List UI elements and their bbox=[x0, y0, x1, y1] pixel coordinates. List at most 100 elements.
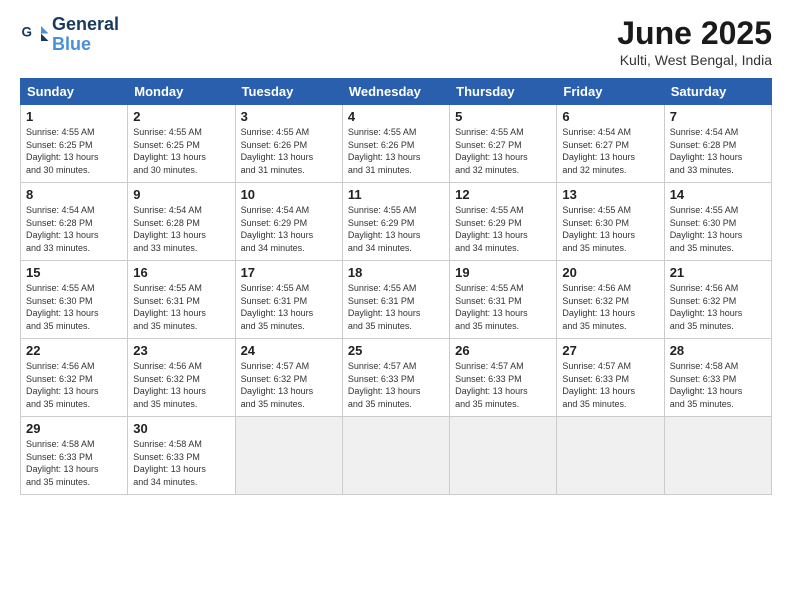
calendar-week-1: 1 Sunrise: 4:55 AM Sunset: 6:25 PM Daylig… bbox=[21, 105, 772, 183]
day-number: 27 bbox=[562, 343, 658, 358]
day-number: 17 bbox=[241, 265, 337, 280]
day-info: Sunrise: 4:55 AM Sunset: 6:31 PM Dayligh… bbox=[455, 282, 551, 332]
day-number: 8 bbox=[26, 187, 122, 202]
calendar-day-23: 23Sunrise: 4:56 AM Sunset: 6:32 PM Dayli… bbox=[128, 339, 235, 417]
title-area: June 2025 Kulti, West Bengal, India bbox=[617, 15, 772, 68]
day-number: 26 bbox=[455, 343, 551, 358]
calendar-body: 1 Sunrise: 4:55 AM Sunset: 6:25 PM Daylig… bbox=[21, 105, 772, 495]
svg-text:G: G bbox=[22, 24, 33, 39]
calendar-day-5: 5 Sunrise: 4:55 AM Sunset: 6:27 PM Daylig… bbox=[450, 105, 557, 183]
day-number: 6 bbox=[562, 109, 658, 124]
day-number: 19 bbox=[455, 265, 551, 280]
day-header-sunday: Sunday bbox=[21, 79, 128, 105]
calendar-table: SundayMondayTuesdayWednesdayThursdayFrid… bbox=[20, 78, 772, 495]
day-info: Sunrise: 4:57 AM Sunset: 6:33 PM Dayligh… bbox=[562, 360, 658, 410]
calendar-empty bbox=[557, 417, 664, 495]
day-number: 15 bbox=[26, 265, 122, 280]
day-number: 16 bbox=[133, 265, 229, 280]
day-number: 13 bbox=[562, 187, 658, 202]
day-number: 29 bbox=[26, 421, 122, 436]
calendar-day-19: 19 Sunrise: 4:55 AM Sunset: 6:31 PM Dayli… bbox=[450, 261, 557, 339]
calendar-day-8: 8 Sunrise: 4:54 AM Sunset: 6:28 PM Daylig… bbox=[21, 183, 128, 261]
day-info: Sunrise: 4:57 AM Sunset: 6:33 PM Dayligh… bbox=[348, 360, 444, 410]
day-number: 14 bbox=[670, 187, 766, 202]
calendar-day-14: 14 Sunrise: 4:55 AM Sunset: 6:30 PM Dayli… bbox=[664, 183, 771, 261]
calendar-week-2: 8 Sunrise: 4:54 AM Sunset: 6:28 PM Daylig… bbox=[21, 183, 772, 261]
calendar-week-3: 15 Sunrise: 4:55 AM Sunset: 6:30 PM Dayli… bbox=[21, 261, 772, 339]
day-info: Sunrise: 4:54 AM Sunset: 6:28 PM Dayligh… bbox=[670, 126, 766, 176]
day-header-saturday: Saturday bbox=[664, 79, 771, 105]
calendar-day-25: 25 Sunrise: 4:57 AM Sunset: 6:33 PM Dayli… bbox=[342, 339, 449, 417]
day-header-tuesday: Tuesday bbox=[235, 79, 342, 105]
day-number: 24 bbox=[241, 343, 337, 358]
day-number: 23 bbox=[133, 343, 229, 358]
day-number: 22 bbox=[26, 343, 122, 358]
day-number: 1 bbox=[26, 109, 122, 124]
calendar-day-13: 13 Sunrise: 4:55 AM Sunset: 6:30 PM Dayli… bbox=[557, 183, 664, 261]
day-info: Sunrise: 4:55 AM Sunset: 6:27 PM Dayligh… bbox=[455, 126, 551, 176]
calendar-day-26: 26Sunrise: 4:57 AM Sunset: 6:33 PM Dayli… bbox=[450, 339, 557, 417]
day-info: Sunrise: 4:55 AM Sunset: 6:30 PM Dayligh… bbox=[26, 282, 122, 332]
day-number: 10 bbox=[241, 187, 337, 202]
day-number: 3 bbox=[241, 109, 337, 124]
day-info: Sunrise: 4:55 AM Sunset: 6:25 PM Dayligh… bbox=[133, 126, 229, 176]
calendar-day-3: 3 Sunrise: 4:55 AM Sunset: 6:26 PM Daylig… bbox=[235, 105, 342, 183]
day-number: 7 bbox=[670, 109, 766, 124]
calendar-day-27: 27 Sunrise: 4:57 AM Sunset: 6:33 PM Dayli… bbox=[557, 339, 664, 417]
day-info: Sunrise: 4:58 AM Sunset: 6:33 PM Dayligh… bbox=[133, 438, 229, 488]
day-info: Sunrise: 4:54 AM Sunset: 6:28 PM Dayligh… bbox=[133, 204, 229, 254]
calendar-day-30: 30 Sunrise: 4:58 AM Sunset: 6:33 PM Dayli… bbox=[128, 417, 235, 495]
day-info: Sunrise: 4:55 AM Sunset: 6:30 PM Dayligh… bbox=[670, 204, 766, 254]
day-info: Sunrise: 4:54 AM Sunset: 6:28 PM Dayligh… bbox=[26, 204, 122, 254]
day-header-wednesday: Wednesday bbox=[342, 79, 449, 105]
day-number: 4 bbox=[348, 109, 444, 124]
day-number: 30 bbox=[133, 421, 229, 436]
month-title: June 2025 bbox=[617, 15, 772, 52]
calendar-day-12: 12Sunrise: 4:55 AM Sunset: 6:29 PM Dayli… bbox=[450, 183, 557, 261]
day-number: 18 bbox=[348, 265, 444, 280]
day-number: 12 bbox=[455, 187, 551, 202]
calendar-day-18: 18 Sunrise: 4:55 AM Sunset: 6:31 PM Dayli… bbox=[342, 261, 449, 339]
day-number: 20 bbox=[562, 265, 658, 280]
day-info: Sunrise: 4:55 AM Sunset: 6:30 PM Dayligh… bbox=[562, 204, 658, 254]
calendar-week-4: 22 Sunrise: 4:56 AM Sunset: 6:32 PM Dayli… bbox=[21, 339, 772, 417]
calendar-day-1: 1 Sunrise: 4:55 AM Sunset: 6:25 PM Daylig… bbox=[21, 105, 128, 183]
calendar-header-row: SundayMondayTuesdayWednesdayThursdayFrid… bbox=[21, 79, 772, 105]
day-info: Sunrise: 4:55 AM Sunset: 6:25 PM Dayligh… bbox=[26, 126, 122, 176]
day-info: Sunrise: 4:56 AM Sunset: 6:32 PM Dayligh… bbox=[670, 282, 766, 332]
calendar-day-28: 28Sunrise: 4:58 AM Sunset: 6:33 PM Dayli… bbox=[664, 339, 771, 417]
logo-icon: G bbox=[20, 20, 50, 50]
calendar-day-20: 20 Sunrise: 4:56 AM Sunset: 6:32 PM Dayli… bbox=[557, 261, 664, 339]
day-number: 28 bbox=[670, 343, 766, 358]
day-info: Sunrise: 4:55 AM Sunset: 6:31 PM Dayligh… bbox=[348, 282, 444, 332]
calendar-empty bbox=[342, 417, 449, 495]
calendar-day-17: 17Sunrise: 4:55 AM Sunset: 6:31 PM Dayli… bbox=[235, 261, 342, 339]
calendar-page: G General Blue June 2025 Kulti, West Ben… bbox=[0, 0, 792, 612]
calendar-day-11: 11Sunrise: 4:55 AM Sunset: 6:29 PM Dayli… bbox=[342, 183, 449, 261]
calendar-day-24: 24 Sunrise: 4:57 AM Sunset: 6:32 PM Dayli… bbox=[235, 339, 342, 417]
calendar-day-9: 9 Sunrise: 4:54 AM Sunset: 6:28 PM Daylig… bbox=[128, 183, 235, 261]
header: G General Blue June 2025 Kulti, West Ben… bbox=[20, 15, 772, 68]
day-number: 9 bbox=[133, 187, 229, 202]
calendar-day-2: 2 Sunrise: 4:55 AM Sunset: 6:25 PM Daylig… bbox=[128, 105, 235, 183]
logo: G General Blue bbox=[20, 15, 119, 55]
day-info: Sunrise: 4:55 AM Sunset: 6:29 PM Dayligh… bbox=[348, 204, 444, 254]
day-number: 2 bbox=[133, 109, 229, 124]
calendar-day-22: 22 Sunrise: 4:56 AM Sunset: 6:32 PM Dayli… bbox=[21, 339, 128, 417]
logo-text: General Blue bbox=[52, 15, 119, 55]
location: Kulti, West Bengal, India bbox=[617, 52, 772, 68]
day-number: 5 bbox=[455, 109, 551, 124]
calendar-day-4: 4Sunrise: 4:55 AM Sunset: 6:26 PM Daylig… bbox=[342, 105, 449, 183]
calendar-empty bbox=[450, 417, 557, 495]
day-info: Sunrise: 4:57 AM Sunset: 6:32 PM Dayligh… bbox=[241, 360, 337, 410]
day-info: Sunrise: 4:56 AM Sunset: 6:32 PM Dayligh… bbox=[26, 360, 122, 410]
calendar-day-21: 21Sunrise: 4:56 AM Sunset: 6:32 PM Dayli… bbox=[664, 261, 771, 339]
day-info: Sunrise: 4:55 AM Sunset: 6:26 PM Dayligh… bbox=[241, 126, 337, 176]
day-number: 25 bbox=[348, 343, 444, 358]
calendar-empty bbox=[664, 417, 771, 495]
day-info: Sunrise: 4:55 AM Sunset: 6:31 PM Dayligh… bbox=[133, 282, 229, 332]
day-info: Sunrise: 4:56 AM Sunset: 6:32 PM Dayligh… bbox=[562, 282, 658, 332]
day-header-monday: Monday bbox=[128, 79, 235, 105]
calendar-day-15: 15 Sunrise: 4:55 AM Sunset: 6:30 PM Dayli… bbox=[21, 261, 128, 339]
calendar-day-6: 6Sunrise: 4:54 AM Sunset: 6:27 PM Daylig… bbox=[557, 105, 664, 183]
